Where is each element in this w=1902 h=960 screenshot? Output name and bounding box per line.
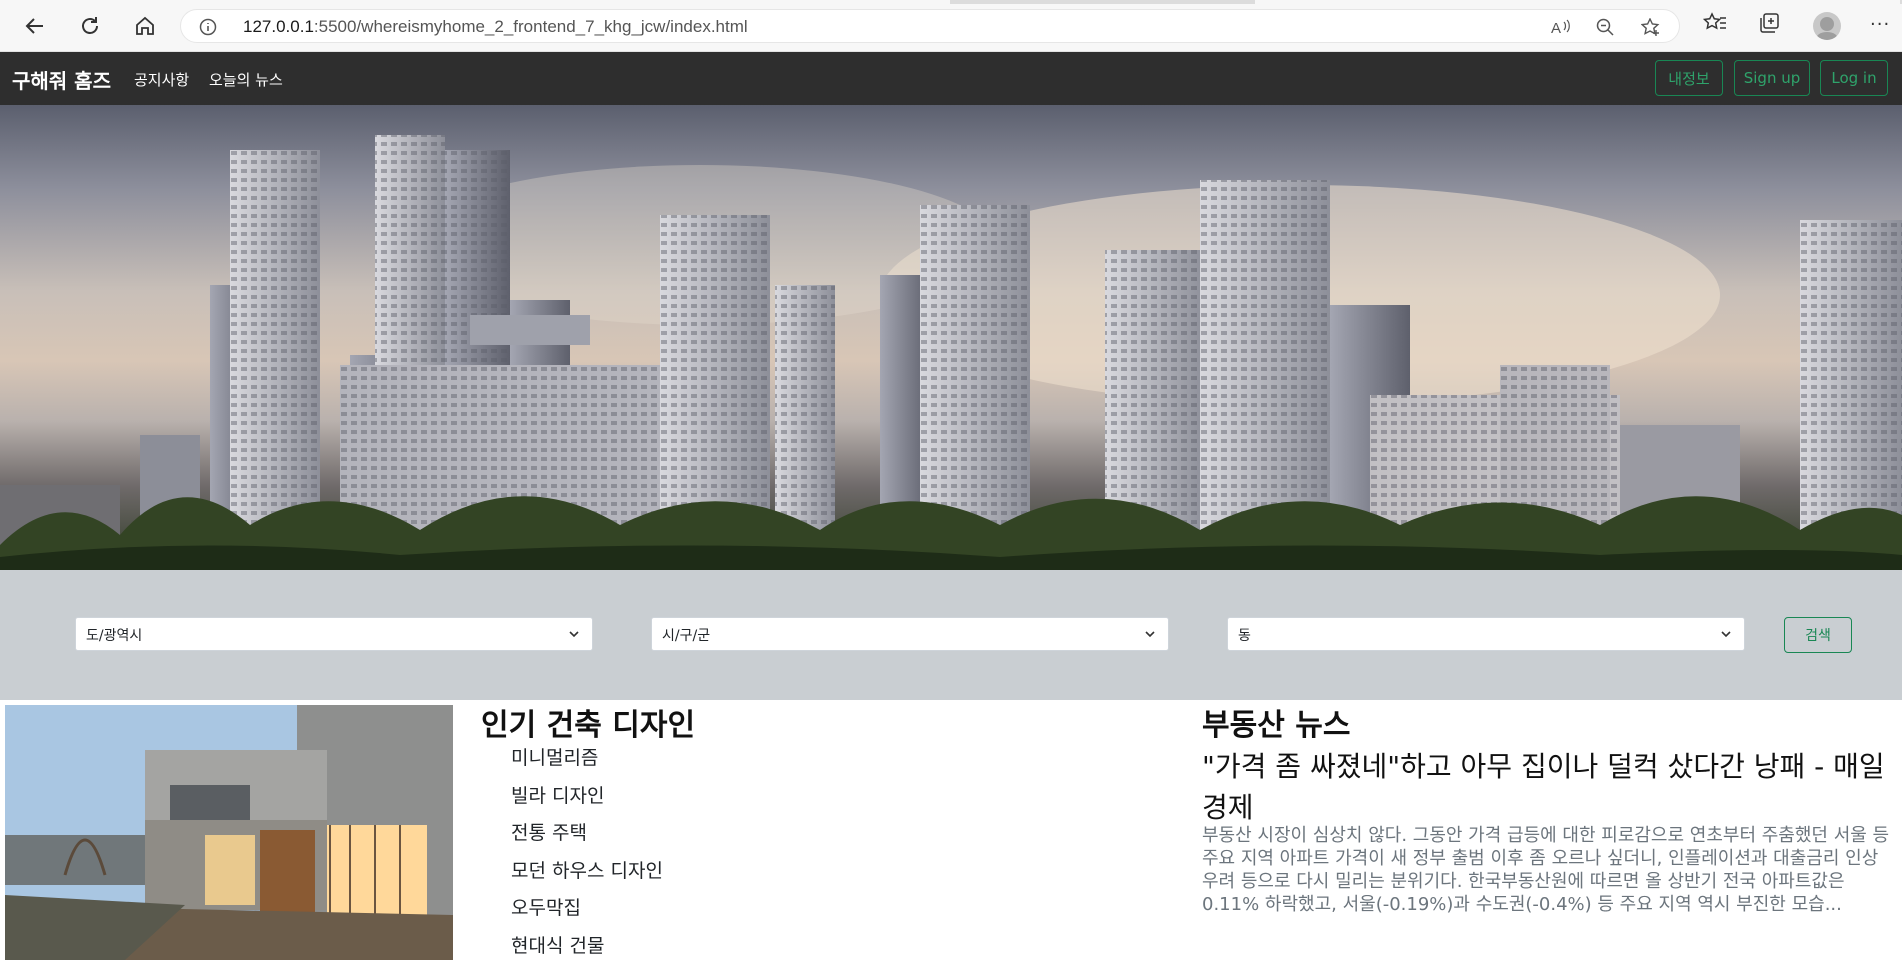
search-button[interactable]: 검색: [1784, 617, 1852, 653]
province-select-value: 도/광역시: [86, 628, 143, 644]
collections-icon[interactable]: [1758, 12, 1780, 38]
dong-select[interactable]: 동: [1227, 617, 1745, 651]
chevron-down-icon: [1720, 628, 1732, 644]
url-text: 127.0.0.1:5500/whereismyhome_2_frontend_…: [243, 17, 748, 36]
zoom-out-icon[interactable]: [1596, 18, 1614, 40]
tab-strip: [0, 0, 1902, 4]
house-design-image: [5, 705, 453, 960]
dong-select-value: 동: [1238, 628, 1251, 644]
add-favorite-icon[interactable]: [1640, 17, 1661, 41]
svg-text:A: A: [1551, 20, 1561, 36]
refresh-icon[interactable]: [75, 11, 105, 41]
brand-logo[interactable]: 구해줘 홈즈: [12, 65, 111, 94]
design-item-modern-house[interactable]: 모던 하우스 디자인: [511, 856, 663, 894]
log-in-button[interactable]: Log in: [1820, 60, 1888, 96]
news-headline[interactable]: "가격 좀 싸졌네"하고 아무 집이나 덜컥 샀다간 낭패 - 매일경제: [1202, 746, 1902, 828]
nav-link-notice[interactable]: 공지사항: [134, 69, 189, 90]
profile-icon[interactable]: [1813, 12, 1841, 40]
city-select[interactable]: 시/구/군: [651, 617, 1169, 651]
favorites-icon[interactable]: [1702, 12, 1727, 38]
design-list: 미니멀리즘 빌라 디자인 전통 주택 모던 하우스 디자인 오두막집 현대식 건…: [511, 743, 663, 960]
province-select[interactable]: 도/광역시: [75, 617, 593, 651]
design-item-traditional[interactable]: 전통 주택: [511, 818, 663, 856]
nav-link-news[interactable]: 오늘의 뉴스: [209, 69, 283, 90]
sign-up-button[interactable]: Sign up: [1734, 60, 1810, 96]
home-icon[interactable]: [130, 11, 160, 41]
design-item-contemporary[interactable]: 현대식 건물: [511, 931, 663, 960]
site-navbar: 구해줘 홈즈 공지사항 오늘의 뉴스 내정보 Sign up Log in: [0, 52, 1902, 105]
design-section-title: 인기 건축 디자인: [481, 708, 696, 743]
my-info-button[interactable]: 내정보: [1655, 60, 1723, 96]
design-item-villa[interactable]: 빌라 디자인: [511, 781, 663, 819]
city-select-value: 시/구/군: [662, 628, 711, 644]
back-icon[interactable]: [20, 11, 50, 41]
design-item-cabin[interactable]: 오두막집: [511, 893, 663, 931]
chevron-down-icon: [568, 628, 580, 644]
news-section-title: 부동산 뉴스: [1202, 708, 1351, 743]
news-summary: 부동산 시장이 심상치 않다. 그동안 가격 급등에 대한 피로감으로 연초부터…: [1202, 825, 1890, 915]
more-icon[interactable]: ···: [1870, 14, 1890, 35]
browser-toolbar: 127.0.0.1:5500/whereismyhome_2_frontend_…: [0, 0, 1902, 52]
region-search-bar: 도/광역시 시/구/군 동 검색: [0, 570, 1902, 700]
design-item-minimalism[interactable]: 미니멀리즘: [511, 743, 663, 781]
info-icon[interactable]: [199, 18, 217, 40]
read-aloud-icon[interactable]: A: [1551, 18, 1571, 40]
hero-skyline-image: [0, 105, 1902, 570]
address-bar[interactable]: 127.0.0.1:5500/whereismyhome_2_frontend_…: [180, 9, 1680, 43]
chevron-down-icon: [1144, 628, 1156, 644]
